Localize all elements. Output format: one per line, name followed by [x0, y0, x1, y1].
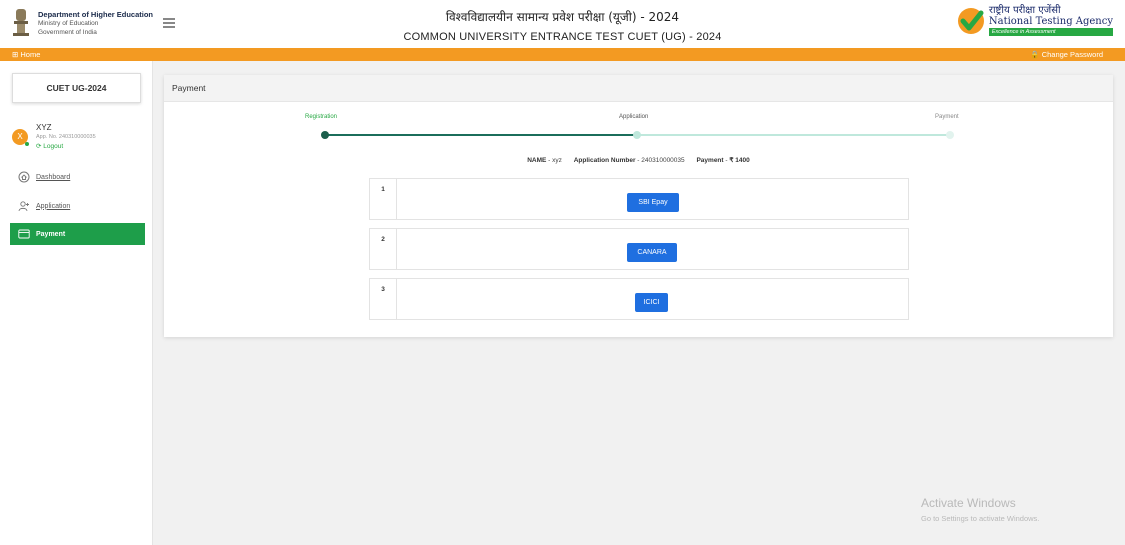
canara-button[interactable]: CANARA	[627, 243, 677, 262]
watermark-subtitle: Go to Settings to activate Windows.	[921, 514, 1040, 523]
title-hindi: विश्वविद्यालयीन सामान्य प्रवेश परीक्षा (…	[445, 10, 680, 24]
card-title: Payment	[164, 75, 1113, 102]
nta-name-english: National Testing Agency	[988, 16, 1113, 27]
home-link[interactable]: ⊞ Home	[12, 50, 40, 59]
activate-windows-watermark: Activate Windows Go to Settings to activ…	[921, 496, 1039, 523]
sidebar-item-payment[interactable]: Payment	[10, 223, 145, 245]
menu-toggle-icon[interactable]	[163, 18, 175, 28]
name-value: xyz	[552, 157, 562, 164]
step-dot-application	[633, 131, 641, 139]
online-status-icon	[25, 142, 29, 146]
icici-button[interactable]: ICICI	[635, 293, 668, 312]
avatar: X	[12, 129, 29, 146]
step-dot-registration	[321, 131, 329, 139]
sidebar-item-label: Application	[36, 202, 71, 210]
nta-name-hindi: राष्ट्रीय परीक्षा एजेंसी	[988, 5, 1061, 16]
user-profile: X XYZ App. No. 240310000035 ⟳ Logout	[12, 123, 96, 150]
applicant-info: NAME - xyz Application Number - 24031000…	[527, 157, 750, 164]
title-english: COMMON UNIVERSITY ENTRANCE TEST CUET (UG…	[403, 31, 722, 43]
payment-label: Payment	[696, 157, 724, 164]
nta-tagline: Excellence in Assessment	[988, 28, 1113, 36]
national-emblem-icon	[13, 9, 29, 36]
appno-value: 240310000035	[641, 157, 685, 164]
home-icon	[18, 171, 30, 183]
step-label-registration: Registration	[305, 114, 338, 120]
user-add-icon	[18, 201, 29, 212]
nta-check-logo-icon	[957, 7, 984, 34]
site-header: Department of Higher Education Ministry …	[0, 0, 1125, 49]
sidebar-item-application[interactable]: Application	[10, 195, 145, 217]
progress-track-pending	[637, 134, 950, 136]
progress-track-complete	[325, 134, 637, 136]
payment-option-row: 2 CANARA	[369, 228, 909, 270]
page-title: विश्वविद्यालयीन सामान्य प्रवेश परीक्षा (…	[350, 8, 775, 43]
watermark-title: Activate Windows	[921, 496, 1016, 510]
user-app-number: App. No. 240310000035	[36, 134, 96, 140]
sidebar: CUET UG-2024 X XYZ App. No. 240310000035…	[0, 61, 153, 545]
moe-branding: Department of Higher Education Ministry …	[10, 7, 153, 39]
option-number: 3	[370, 279, 397, 319]
payment-option-row: 3 ICICI	[369, 278, 909, 320]
step-label-payment: Payment	[935, 114, 959, 120]
sidebar-item-label: Dashboard	[36, 173, 71, 181]
user-name: XYZ	[36, 123, 52, 132]
step-label-application: Application	[619, 114, 649, 120]
sidebar-item-dashboard[interactable]: Dashboard	[10, 166, 145, 188]
ministry-name: Ministry of Education	[38, 19, 99, 27]
credit-card-icon	[18, 229, 30, 239]
payment-card: Payment Registration Application Payment…	[164, 75, 1113, 337]
appno-label: Application Number	[573, 157, 636, 164]
dept-name: Department of Higher Education	[38, 9, 154, 19]
sidebar-item-label: Payment	[36, 230, 66, 238]
sbi-epay-button[interactable]: SBI Epay	[627, 193, 679, 212]
exam-title-box: CUET UG-2024	[12, 73, 141, 103]
avatar-initial: X	[17, 132, 23, 141]
change-password-link[interactable]: 🔒 Change Password	[1030, 50, 1103, 59]
logout-link[interactable]: ⟳ Logout	[36, 142, 96, 150]
govt-name: Government of India	[38, 28, 97, 36]
name-label: NAME	[527, 157, 547, 164]
step-dot-payment	[946, 131, 954, 139]
top-nav-bar: ⊞ Home 🔒 Change Password	[0, 48, 1125, 61]
nta-logo: राष्ट्रीय परीक्षा एजेंसी National Testin…	[956, 5, 1113, 36]
payment-option-row: 1 SBI Epay	[369, 178, 909, 220]
option-number: 1	[370, 179, 397, 219]
option-number: 2	[370, 229, 397, 269]
payment-amount: ₹ 1400	[729, 157, 750, 164]
